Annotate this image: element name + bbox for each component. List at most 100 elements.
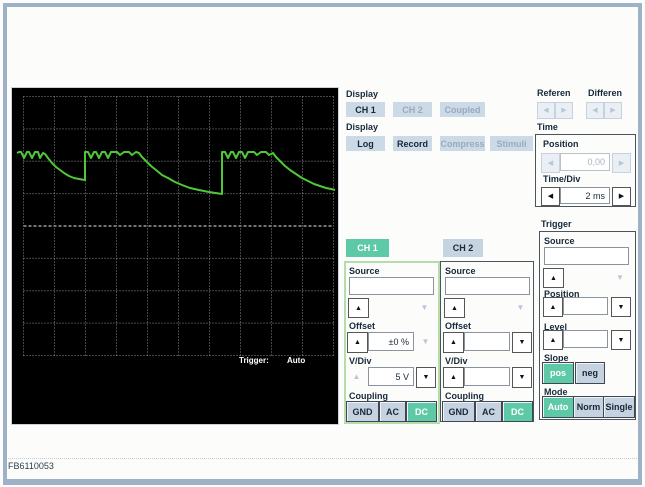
trigger-level-up-button[interactable]: ▲ — [543, 330, 563, 350]
ch1-source-label: Source — [349, 266, 380, 276]
ch1-source-up-button[interactable]: ▲ — [348, 298, 369, 318]
ch1-source-field[interactable] — [349, 277, 434, 295]
up-arrow-icon: ▲ — [355, 304, 362, 312]
ch1-offset-label: Offset — [349, 321, 376, 331]
trigger-mode-norm-button[interactable]: Norm — [573, 396, 604, 418]
reference-prev-button[interactable]: ◀ — [537, 102, 555, 119]
ch2-offset-label: Offset — [445, 321, 472, 331]
scope-trigger-label: Trigger: — [239, 356, 269, 365]
up-arrow-icon: ▲ — [450, 339, 457, 346]
trigger-slope-neg-button[interactable]: neg — [575, 362, 605, 384]
trigger-label: Trigger — [541, 219, 572, 229]
trigger-level-down-button[interactable]: ▼ — [611, 330, 631, 350]
reference-label: Referen — [537, 88, 571, 98]
ch2-vdiv-down-button[interactable]: ▼ — [512, 367, 532, 388]
time-div-increase-button[interactable]: ▶ — [612, 187, 631, 206]
down-arrow-icon: ▼ — [518, 374, 526, 381]
trigger-mode-auto-button[interactable]: Auto — [542, 396, 574, 418]
time-div-value-field[interactable]: 2 ms — [560, 187, 610, 204]
up-arrow-icon: ▲ — [549, 303, 557, 311]
oscilloscope-app-window: Trigger: Auto Display CH 1 CH 2 Coupled … — [0, 0, 645, 487]
time-position-value-field[interactable]: 0,00 — [560, 153, 610, 171]
trigger-level-field[interactable] — [563, 330, 608, 348]
ch2-vdiv-field[interactable] — [464, 367, 510, 386]
display-stimuli-button[interactable]: Stimuli — [490, 136, 533, 151]
time-position-increase-button[interactable]: ▶ — [612, 153, 631, 173]
up-arrow-icon: ▲ — [451, 304, 458, 312]
ch2-offset-up-button[interactable]: ▲ — [443, 332, 464, 353]
ch2-offset-down-button[interactable]: ▼ — [512, 332, 532, 353]
ch2-coupling-gnd-button[interactable]: GND — [442, 401, 475, 422]
ch1-coupling-ac-button[interactable]: AC — [379, 401, 406, 422]
trigger-slope-pos-button[interactable]: pos — [542, 362, 574, 384]
down-arrow-icon: ▼ — [422, 374, 430, 381]
ch1-coupling-dc-button[interactable]: DC — [406, 401, 437, 422]
time-div-label: Time/Div — [543, 174, 581, 184]
trigger-position-down-button[interactable]: ▼ — [611, 297, 631, 317]
waveform-trace — [16, 151, 336, 195]
left-arrow-icon: ◀ — [543, 107, 549, 114]
differen-prev-button[interactable]: ◀ — [586, 102, 604, 119]
up-arrow-icon: ▲ — [352, 371, 361, 381]
trigger-source-field[interactable] — [544, 247, 629, 265]
left-arrow-icon: ◀ — [592, 107, 598, 114]
display-log-button[interactable]: Log — [346, 136, 385, 151]
ch1-offset-field[interactable]: ±0 % — [368, 332, 414, 351]
left-arrow-icon: ◀ — [547, 159, 554, 167]
down-arrow-icon: ▼ — [617, 303, 625, 311]
display-channels-label: Display — [346, 89, 379, 99]
trigger-position-up-button[interactable]: ▲ — [543, 297, 563, 317]
down-arrow-icon: ▼ — [516, 303, 525, 312]
ch1-source-down-button[interactable]: ▼ — [417, 302, 432, 314]
differen-next-button[interactable]: ▶ — [604, 102, 622, 119]
ch1-vdiv-down-button[interactable]: ▼ — [416, 367, 436, 388]
right-arrow-icon: ▶ — [561, 107, 567, 114]
display-ch1-button[interactable]: CH 1 — [346, 102, 385, 117]
time-label: Time — [537, 122, 558, 132]
ch1-coupling-gnd-button[interactable]: GND — [346, 401, 379, 422]
scope-waveform-canvas — [16, 96, 336, 356]
trigger-source-label: Source — [544, 236, 575, 246]
ch2-source-field[interactable] — [445, 277, 530, 295]
ch1-offset-up-button[interactable]: ▲ — [347, 332, 368, 353]
up-arrow-icon: ▲ — [354, 339, 361, 346]
time-div-decrease-button[interactable]: ◀ — [541, 187, 560, 206]
down-arrow-icon: ▼ — [617, 336, 625, 344]
right-arrow-icon: ▶ — [618, 159, 625, 167]
ch1-vdiv-field[interactable]: 5 V — [368, 367, 414, 386]
up-arrow-icon: ▲ — [450, 374, 457, 381]
down-arrow-icon: ▼ — [616, 273, 624, 282]
ch2-offset-field[interactable] — [464, 332, 510, 351]
trigger-source-up-button[interactable]: ▲ — [543, 268, 564, 288]
right-arrow-icon: ▶ — [610, 107, 616, 114]
down-arrow-icon: ▼ — [420, 303, 429, 312]
trigger-mode-single-button[interactable]: Single — [603, 396, 635, 418]
ch2-coupling-label: Coupling — [445, 391, 484, 401]
tab-ch2[interactable]: CH 2 — [443, 239, 483, 257]
ch2-vdiv-up-button[interactable]: ▲ — [443, 367, 464, 388]
differen-label: Differen — [588, 88, 623, 98]
ch1-vdiv-up-button[interactable]: ▲ — [348, 370, 365, 383]
ch2-coupling-dc-button[interactable]: DC — [502, 401, 533, 422]
ch2-source-up-button[interactable]: ▲ — [444, 298, 465, 318]
time-position-label: Position — [543, 139, 579, 149]
scope-trigger-mode-value: Auto — [287, 356, 306, 365]
time-position-decrease-button[interactable]: ◀ — [541, 153, 560, 173]
ch2-source-label: Source — [445, 266, 476, 276]
up-arrow-icon: ▲ — [550, 274, 557, 282]
footer-divider — [8, 458, 637, 459]
ch2-source-down-button[interactable]: ▼ — [513, 302, 528, 314]
display-ch2-button[interactable]: CH 2 — [393, 102, 432, 117]
trigger-position-field[interactable] — [563, 297, 608, 315]
ch1-offset-down-button[interactable]: ▼ — [418, 336, 433, 348]
ch2-coupling-ac-button[interactable]: AC — [475, 401, 502, 422]
reference-next-button[interactable]: ▶ — [555, 102, 573, 119]
trigger-source-down-button[interactable]: ▼ — [612, 272, 628, 284]
display-record-button[interactable]: Record — [393, 136, 432, 151]
display-compress-button[interactable]: Compress — [440, 136, 485, 151]
display-coupled-button[interactable]: Coupled — [440, 102, 485, 117]
ch1-vdiv-label: V/Div — [349, 356, 372, 366]
figure-code: FB6110053 — [8, 461, 54, 471]
tab-ch1[interactable]: CH 1 — [346, 239, 389, 257]
ch2-vdiv-label: V/Div — [445, 356, 468, 366]
